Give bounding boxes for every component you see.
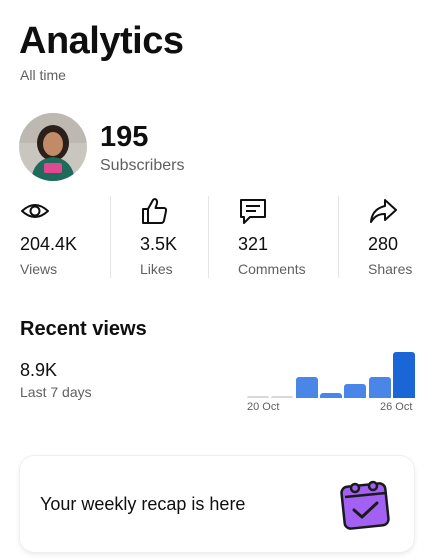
recap-text: Your weekly recap is here: [40, 494, 246, 514]
shares-label: Shares: [368, 261, 413, 277]
avatar[interactable]: [19, 113, 87, 181]
chart-bar: [369, 377, 391, 398]
shares-value: 280: [368, 234, 399, 254]
divider: [338, 196, 339, 278]
chart-bar: [320, 393, 342, 398]
chart-bar: [393, 352, 415, 398]
views-label: Views: [20, 261, 58, 277]
stats-row: 204.4K Views 3.5K Likes 321 Comments 280…: [0, 194, 435, 280]
page-title: Analytics: [19, 20, 184, 62]
stat-comments[interactable]: 321 Comments: [238, 194, 336, 280]
views-value: 204.4K: [20, 234, 78, 254]
divider: [208, 196, 209, 278]
subscriber-count: 195: [100, 121, 149, 153]
comments-value: 321: [238, 234, 269, 254]
eye-icon: [21, 204, 49, 218]
recent-views-value: 8.9K: [20, 360, 58, 380]
comments-label: Comments: [238, 261, 306, 277]
stat-likes[interactable]: 3.5K Likes: [140, 194, 206, 280]
chart-bar: [271, 396, 293, 398]
stat-shares[interactable]: 280 Shares: [368, 194, 428, 280]
recent-views-period: Last 7 days: [20, 384, 92, 400]
subscriber-label: Subscribers: [100, 157, 185, 174]
chart-bar: [344, 384, 366, 398]
recent-views-chart[interactable]: [247, 352, 415, 398]
thumbs-up-icon: [142, 198, 168, 224]
likes-label: Likes: [140, 261, 173, 277]
chart-start-date: 20 Oct: [247, 401, 280, 413]
divider: [110, 196, 111, 278]
chart-end-date: 26 Oct: [380, 401, 413, 413]
weekly-recap-card[interactable]: Your weekly recap is here: [20, 456, 414, 552]
likes-value: 3.5K: [140, 234, 178, 254]
share-icon: [370, 199, 397, 223]
chart-bar: [247, 396, 269, 398]
period-label[interactable]: All time: [20, 67, 66, 83]
comment-icon: [240, 199, 266, 224]
recent-views-title: Recent views: [20, 318, 147, 340]
stat-views[interactable]: 204.4K Views: [20, 194, 108, 280]
chart-bar: [296, 377, 318, 398]
calendar-check-icon: [340, 480, 390, 530]
